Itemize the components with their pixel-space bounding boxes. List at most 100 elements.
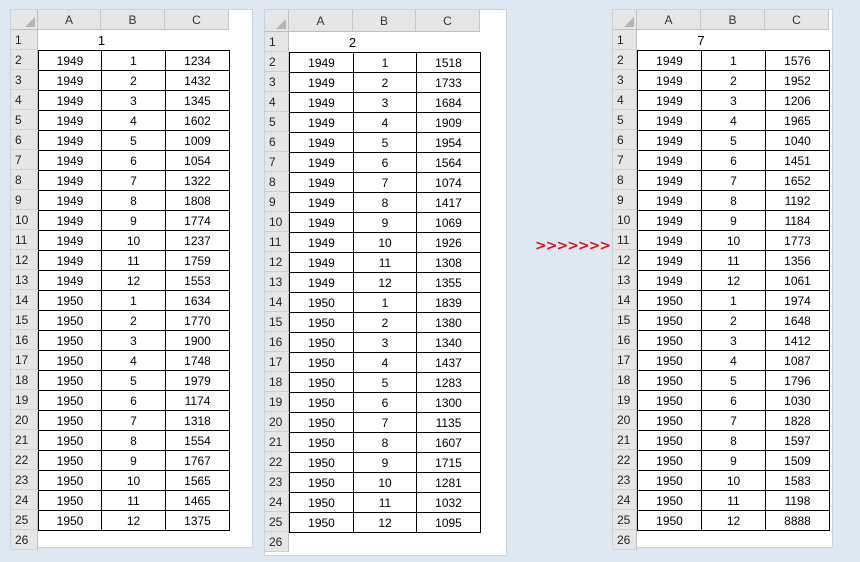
- row-header-26[interactable]: 26: [265, 532, 289, 552]
- value-cell[interactable]: 1030: [765, 390, 830, 411]
- value-cell[interactable]: 1774: [165, 210, 230, 231]
- value-cell[interactable]: 1417: [416, 192, 481, 213]
- sheet-title-cell[interactable]: 7: [637, 30, 765, 50]
- month-cell[interactable]: 3: [701, 330, 766, 351]
- value-cell[interactable]: 1465: [165, 490, 230, 511]
- year-cell[interactable]: 1950: [289, 512, 354, 533]
- month-cell[interactable]: 5: [101, 370, 166, 391]
- row-header-23[interactable]: 23: [613, 470, 637, 490]
- value-cell[interactable]: 8888: [765, 510, 830, 531]
- year-cell[interactable]: 1950: [289, 452, 354, 473]
- sheet-title-cell[interactable]: 2: [289, 32, 416, 52]
- value-cell[interactable]: 1437: [416, 352, 481, 373]
- row-header-5[interactable]: 5: [613, 110, 637, 130]
- month-cell[interactable]: 7: [101, 410, 166, 431]
- value-cell[interactable]: 1281: [416, 472, 481, 493]
- column-header-b[interactable]: B: [701, 10, 765, 30]
- month-cell[interactable]: 1: [701, 50, 766, 71]
- row-header-18[interactable]: 18: [613, 370, 637, 390]
- month-cell[interactable]: 5: [353, 372, 417, 393]
- value-cell[interactable]: 1759: [165, 250, 230, 271]
- month-cell[interactable]: 3: [101, 330, 166, 351]
- value-cell[interactable]: 1767: [165, 450, 230, 471]
- year-cell[interactable]: 1950: [38, 430, 102, 451]
- row-header-7[interactable]: 7: [613, 150, 637, 170]
- month-cell[interactable]: 8: [101, 430, 166, 451]
- value-cell[interactable]: 1808: [165, 190, 230, 211]
- value-cell[interactable]: 1184: [765, 210, 830, 231]
- value-cell[interactable]: 1684: [416, 92, 481, 113]
- value-cell[interactable]: 1069: [416, 212, 481, 233]
- row-header-8[interactable]: 8: [613, 170, 637, 190]
- month-cell[interactable]: 7: [353, 412, 417, 433]
- year-cell[interactable]: 1949: [289, 192, 354, 213]
- row-header-12[interactable]: 12: [613, 250, 637, 270]
- month-cell[interactable]: 4: [353, 352, 417, 373]
- month-cell[interactable]: 6: [701, 390, 766, 411]
- year-cell[interactable]: 1949: [637, 90, 702, 111]
- month-cell[interactable]: 10: [701, 230, 766, 251]
- month-cell[interactable]: 11: [701, 250, 766, 271]
- value-cell[interactable]: 1926: [416, 232, 481, 253]
- row-header-4[interactable]: 4: [11, 90, 38, 110]
- column-header-c[interactable]: C: [416, 10, 480, 32]
- column-header-c[interactable]: C: [165, 10, 229, 30]
- month-cell[interactable]: 12: [353, 512, 417, 533]
- row-header-2[interactable]: 2: [11, 50, 38, 70]
- value-cell[interactable]: 1715: [416, 452, 481, 473]
- month-cell[interactable]: 2: [353, 72, 417, 93]
- value-cell[interactable]: 1380: [416, 312, 481, 333]
- row-header-21[interactable]: 21: [11, 430, 38, 450]
- month-cell[interactable]: 8: [101, 190, 166, 211]
- month-cell[interactable]: 6: [701, 150, 766, 171]
- row-header-4[interactable]: 4: [265, 92, 289, 112]
- row-header-5[interactable]: 5: [11, 110, 38, 130]
- row-header-13[interactable]: 13: [265, 272, 289, 292]
- value-cell[interactable]: 1554: [165, 430, 230, 451]
- row-header-10[interactable]: 10: [613, 210, 637, 230]
- value-cell[interactable]: 1509: [765, 450, 830, 471]
- month-cell[interactable]: 12: [701, 510, 766, 531]
- value-cell[interactable]: 1828: [765, 410, 830, 431]
- month-cell[interactable]: 11: [101, 250, 166, 271]
- month-cell[interactable]: 7: [701, 170, 766, 191]
- year-cell[interactable]: 1950: [637, 390, 702, 411]
- value-cell[interactable]: 1564: [416, 152, 481, 173]
- year-cell[interactable]: 1949: [289, 132, 354, 153]
- month-cell[interactable]: 11: [101, 490, 166, 511]
- month-cell[interactable]: 10: [353, 472, 417, 493]
- row-header-7[interactable]: 7: [265, 152, 289, 172]
- month-cell[interactable]: 5: [353, 132, 417, 153]
- value-cell[interactable]: 1748: [165, 350, 230, 371]
- row-header-3[interactable]: 3: [613, 70, 637, 90]
- row-header-19[interactable]: 19: [265, 392, 289, 412]
- month-cell[interactable]: 10: [101, 230, 166, 251]
- row-header-9[interactable]: 9: [11, 190, 38, 210]
- row-header-14[interactable]: 14: [11, 290, 38, 310]
- row-header-12[interactable]: 12: [265, 252, 289, 272]
- value-cell[interactable]: 1839: [416, 292, 481, 313]
- year-cell[interactable]: 1950: [637, 470, 702, 491]
- row-header-11[interactable]: 11: [613, 230, 637, 250]
- value-cell[interactable]: 1965: [765, 110, 830, 131]
- year-cell[interactable]: 1949: [38, 50, 102, 71]
- year-cell[interactable]: 1949: [637, 230, 702, 251]
- year-cell[interactable]: 1949: [38, 230, 102, 251]
- year-cell[interactable]: 1949: [637, 130, 702, 151]
- month-cell[interactable]: 6: [101, 150, 166, 171]
- year-cell[interactable]: 1950: [38, 390, 102, 411]
- year-cell[interactable]: 1949: [289, 252, 354, 273]
- value-cell[interactable]: 1634: [165, 290, 230, 311]
- year-cell[interactable]: 1949: [38, 110, 102, 131]
- row-header-1[interactable]: 1: [11, 30, 38, 50]
- column-header-a[interactable]: A: [637, 10, 701, 30]
- value-cell[interactable]: 1451: [765, 150, 830, 171]
- value-cell[interactable]: 1648: [765, 310, 830, 331]
- row-header-14[interactable]: 14: [265, 292, 289, 312]
- row-header-17[interactable]: 17: [265, 352, 289, 372]
- month-cell[interactable]: 2: [101, 70, 166, 91]
- year-cell[interactable]: 1950: [637, 490, 702, 511]
- row-header-14[interactable]: 14: [613, 290, 637, 310]
- year-cell[interactable]: 1950: [38, 350, 102, 371]
- value-cell[interactable]: 1234: [165, 50, 230, 71]
